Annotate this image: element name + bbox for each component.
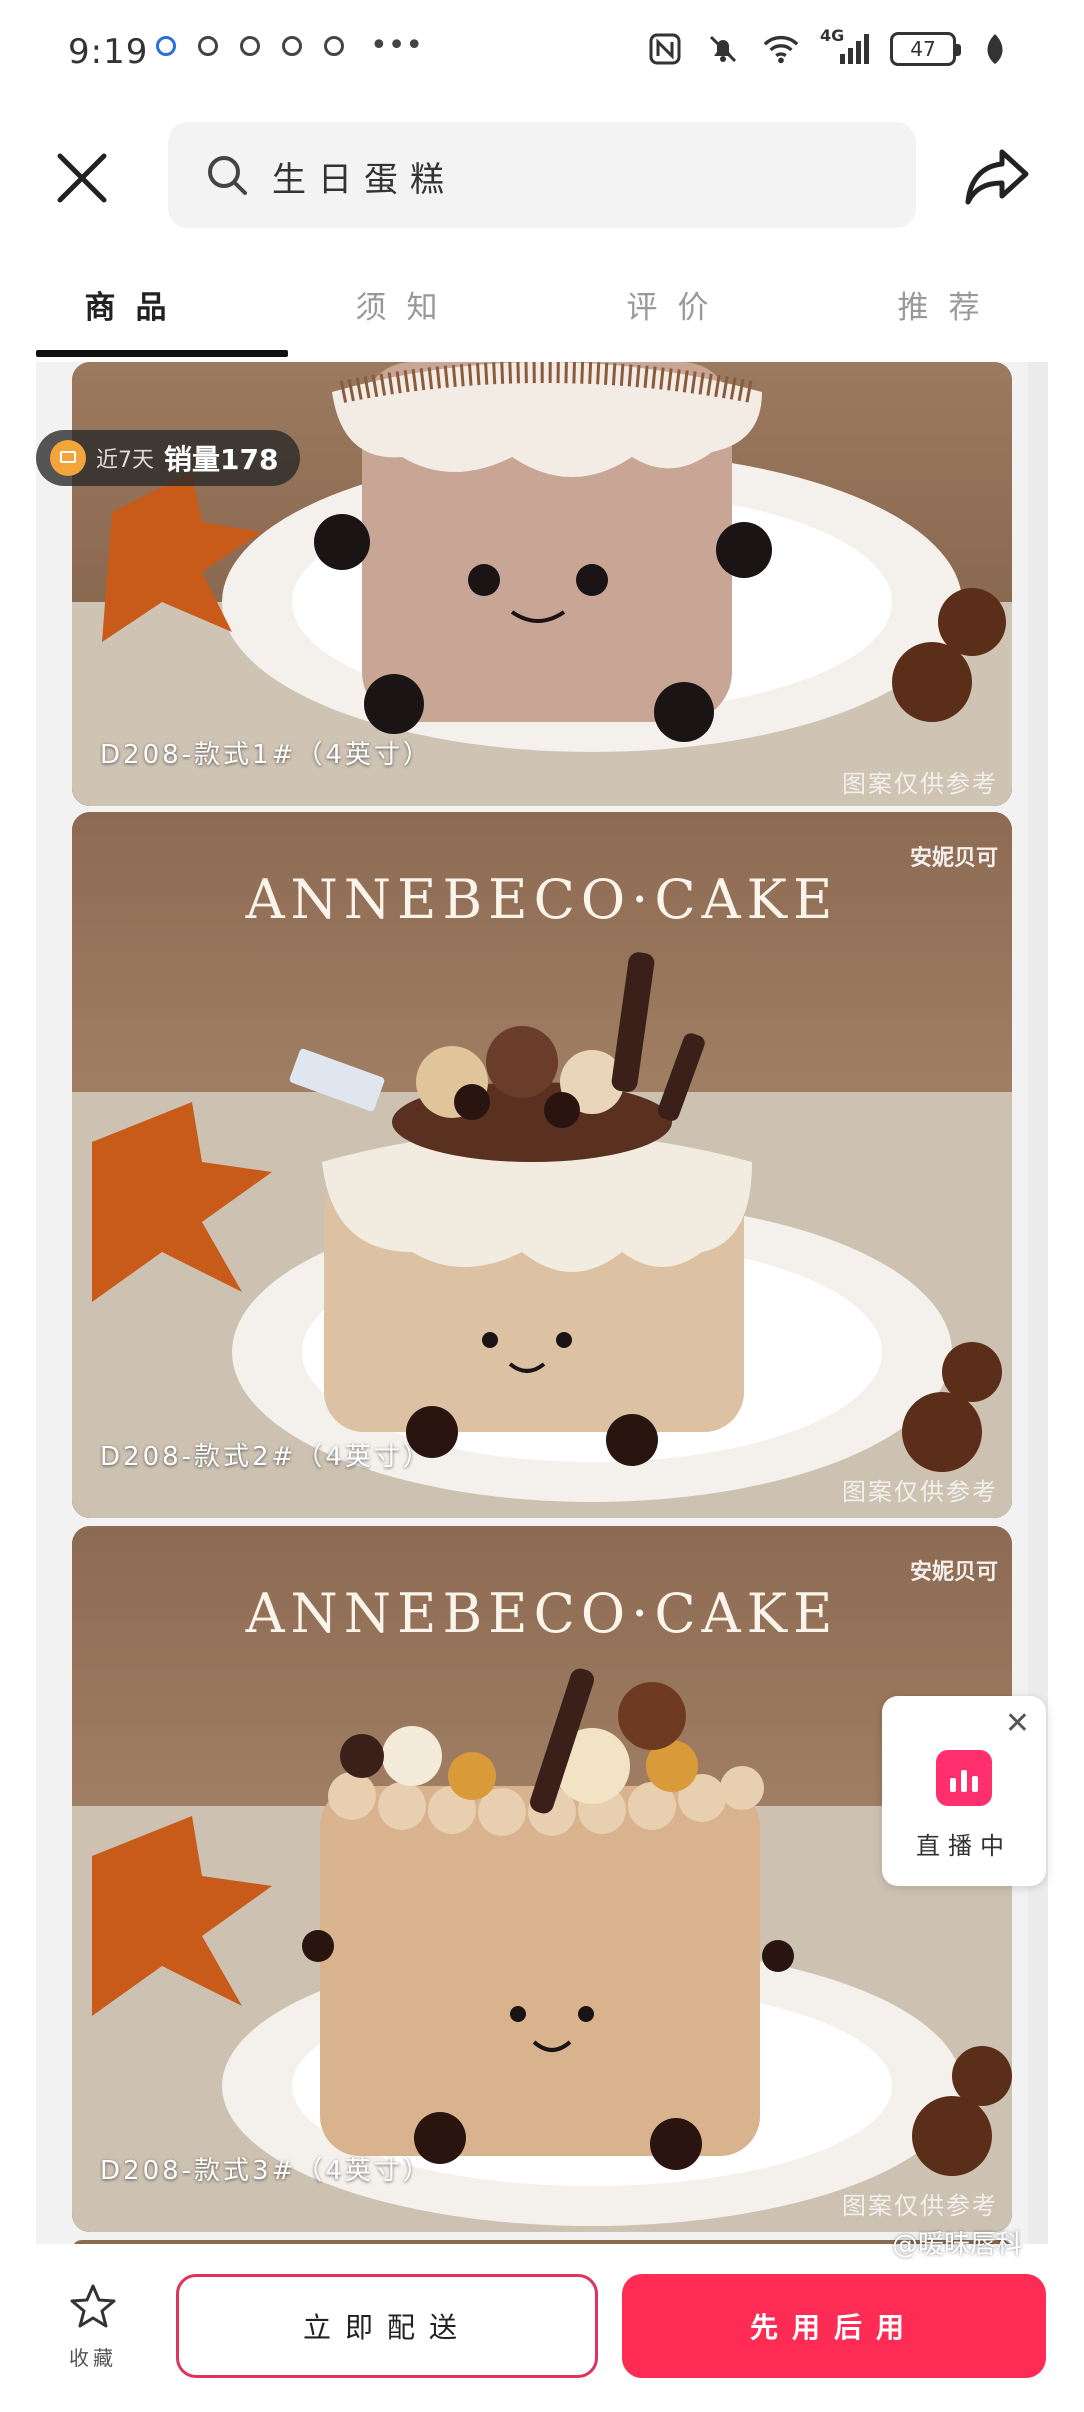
sales-badge: 近7天 销量178 (36, 430, 301, 486)
search-icon (208, 156, 247, 195)
network-type: 4G (820, 26, 845, 45)
tab-reviews[interactable]: 评价 (542, 258, 813, 358)
header: 生日蛋糕 (0, 110, 1084, 240)
bottom-action-bar: 收藏 立即配送 先用后用 (0, 2244, 1084, 2412)
sales-period: 近7天 (96, 448, 154, 473)
product-image-card-3[interactable]: 安妮贝可 ANNEBECO·CAKE D208-款式3#（4英寸） 图案仅供参考 (72, 1526, 1012, 2232)
tab-notice[interactable]: 须知 (271, 258, 542, 358)
share-icon (965, 149, 1029, 205)
notification-icon (156, 36, 176, 56)
status-time: 9:19 (68, 32, 149, 72)
product-image-card-2[interactable]: 安妮贝可 ANNEBECO·CAKE D208-款式2#（4英寸） 图案仅供参考 (72, 812, 1012, 1518)
live-widget[interactable]: ✕ 直播中 (882, 1696, 1046, 1886)
leaf-icon (976, 30, 1014, 68)
brand-title: ANNEBECO·CAKE (245, 1582, 839, 1645)
search-bar[interactable]: 生日蛋糕 (168, 122, 916, 228)
search-input[interactable]: 生日蛋糕 (272, 152, 456, 201)
product-image-card-1[interactable]: D208-款式1#（4英寸） 图案仅供参考 (72, 362, 1012, 806)
scrollbar[interactable] (1028, 362, 1048, 2244)
notification-icons: ••• (156, 28, 424, 63)
close-button[interactable] (52, 148, 112, 208)
brand-title: ANNEBECO·CAKE (245, 868, 839, 931)
tab-recommend[interactable]: 推荐 (813, 258, 1084, 358)
product-caption: D208-款式2#（4英寸） (100, 1442, 432, 1472)
product-caption: D208-款式1#（4英寸） (100, 740, 432, 770)
tab-products[interactable]: 商品 (0, 258, 271, 358)
favorite-label: 收藏 (69, 2346, 117, 2370)
active-tab-indicator (36, 350, 288, 357)
live-label: 直播中 (916, 1832, 1012, 1860)
pay-later-button[interactable]: 先用后用 (622, 2274, 1046, 2378)
notification-icon (198, 36, 218, 56)
image-watermark: 图案仅供参考 (842, 770, 998, 798)
tab-bar: 商品 须知 评价 推荐 (0, 258, 1084, 358)
product-gallery[interactable]: D208-款式1#（4英寸） 图案仅供参考 安妮贝可 ANNEBECO·CAKE… (36, 362, 1048, 2244)
notification-icon (282, 36, 302, 56)
battery-icon: 47 (890, 32, 961, 66)
share-button[interactable] (962, 146, 1032, 208)
notification-icon (324, 36, 344, 56)
star-icon (70, 2284, 116, 2328)
product-caption: D208-款式3#（4英寸） (100, 2156, 432, 2186)
deliver-now-button[interactable]: 立即配送 (176, 2274, 598, 2378)
status-bar: 9:19 ••• 4G 47 (0, 0, 1084, 110)
close-icon (57, 153, 107, 203)
wifi-icon (762, 30, 800, 68)
image-watermark: 图案仅供参考 (842, 1478, 998, 1506)
image-watermark: 图案仅供参考 (842, 2192, 998, 2220)
close-icon[interactable]: ✕ (1005, 1706, 1030, 1741)
bag-icon (50, 440, 86, 476)
notification-icon (240, 36, 260, 56)
more-notifications-icon: ••• (370, 28, 424, 63)
weibo-watermark: @暖昧唇科 (892, 2230, 1023, 2260)
favorite-button[interactable]: 收藏 (48, 2282, 138, 2371)
signal-icon: 4G (820, 26, 870, 68)
battery-level: 47 (910, 37, 936, 61)
mute-icon (704, 30, 742, 68)
sales-count: 销量178 (164, 443, 279, 476)
live-icon (936, 1750, 992, 1806)
nfc-icon (646, 30, 684, 68)
